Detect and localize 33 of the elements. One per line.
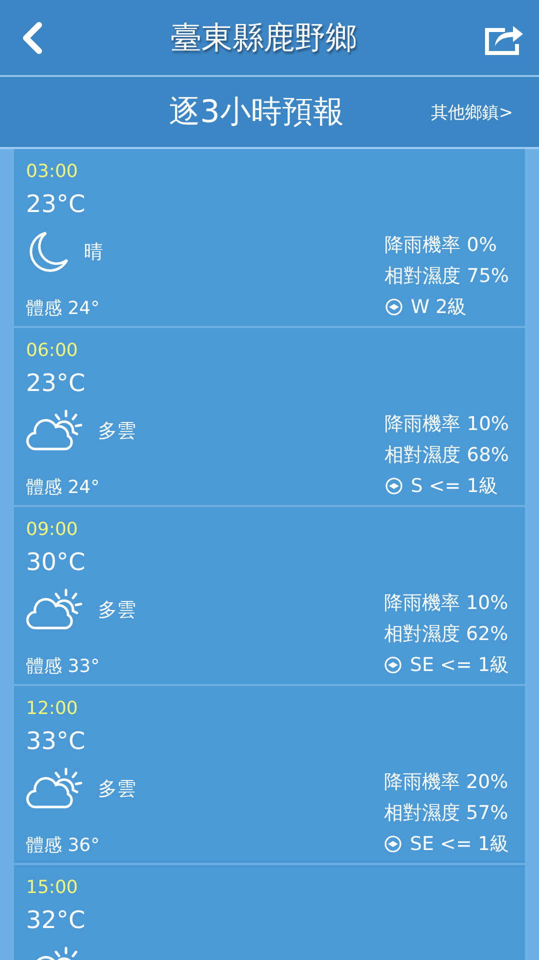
wind: S <= 1級 [410,474,498,499]
temperature: 23°C [26,369,86,397]
feels-like: 體感 24° [26,297,101,320]
condition-label: 晴 [84,240,103,265]
forecast-title: 逐3小時預報 [169,93,344,132]
condition-label: 多雲 [98,419,136,444]
wind: SE <= 1級 [410,653,509,678]
feels-like: 體感 24° [26,476,101,499]
feels-like: 體感 33° [26,655,101,678]
temperature: 32°C [26,906,86,934]
humidity: 相對濕度 68% [384,443,509,468]
temperature: 33°C [26,727,86,755]
temperature: 23°C [26,190,86,218]
condition-label: 多雲 [98,598,136,623]
rain-chance: 降雨機率 0% [384,233,498,258]
forecast-time: 15:00 [26,877,79,898]
forecast-time: 12:00 [26,698,79,719]
feels-like: 體感 36° [26,834,101,857]
forecast-time: 06:00 [26,340,79,361]
other-towns-link[interactable]: 其他鄉鎮> [430,100,513,124]
rain-chance: 降雨機率 10% [384,591,509,616]
temperature: 30°C [26,548,86,576]
humidity: 相對濕度 62% [384,622,509,647]
forecast-time: 09:00 [26,519,79,540]
location-title: 臺東縣鹿野鄉 [170,18,356,58]
humidity: 相對濕度 57% [384,801,509,826]
forecast-time: 03:00 [26,161,79,182]
wind: SE <= 1級 [410,832,509,857]
wind: W 2級 [410,295,467,320]
condition-label: 多雲 [98,777,136,802]
humidity: 相對濕度 75% [384,264,509,289]
rain-chance: 降雨機率 10% [384,412,509,437]
rain-chance: 降雨機率 20% [384,770,509,795]
